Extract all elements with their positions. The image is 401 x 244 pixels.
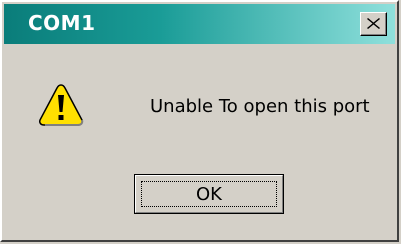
close-button[interactable] <box>360 12 387 36</box>
title-bar[interactable]: COM1 <box>4 4 395 44</box>
close-icon <box>367 18 380 29</box>
warning-icon <box>39 84 84 126</box>
ok-button[interactable]: OK <box>134 174 284 214</box>
dialog-title: COM1 <box>28 11 96 35</box>
dialog-message: Unable To open this port <box>150 96 370 117</box>
ok-button-label: OK <box>196 184 222 205</box>
message-dialog: COM1 Unable To open this port OK <box>0 0 399 242</box>
